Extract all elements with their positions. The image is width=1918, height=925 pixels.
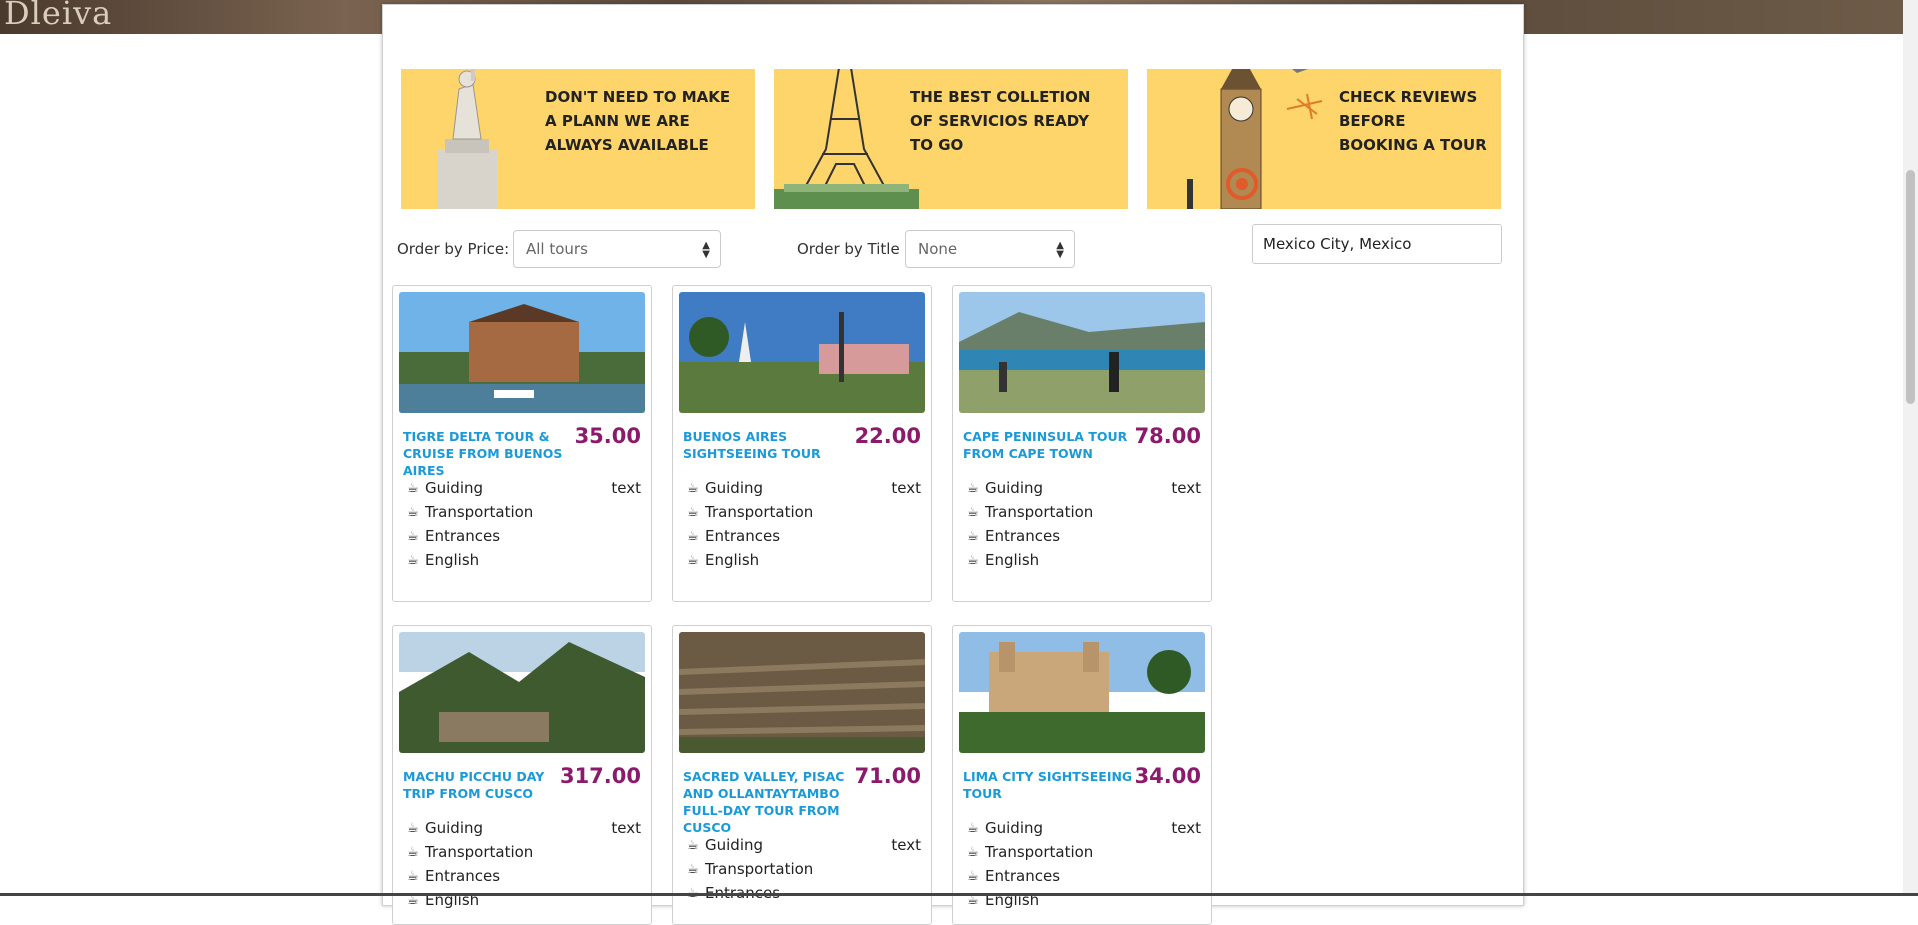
- coffee-cup-icon: ☕: [687, 861, 699, 877]
- feature-item: ☕ Transportation: [407, 503, 534, 521]
- coffee-cup-icon: ☕: [967, 552, 979, 568]
- tour-photo: [679, 292, 925, 413]
- feature-list: ☕ Guiding ☕ Transportation ☕ Entrances ☕ Eng…: [967, 476, 1199, 572]
- banner-collection: THE BEST COLLETION OF SERVICIOS READY TO…: [774, 69, 1128, 209]
- feature-item: ☕ Guiding: [687, 479, 764, 497]
- coffee-cup-icon: ☕: [407, 868, 419, 884]
- tour-card[interactable]: LIMA CITY SIGHTSEEING TOUR 34.00 text ☕ G…: [952, 625, 1212, 925]
- banner-text: DON'T NEED TO MAKE A PLANN WE ARE ALWAYS…: [545, 88, 731, 154]
- coffee-cup-icon: ☕: [967, 480, 979, 496]
- feature-item: ☕ English: [407, 551, 480, 569]
- scrollbar-thumb[interactable]: [1906, 170, 1915, 404]
- coffee-cup-icon: ☕: [967, 528, 979, 544]
- feature-item: ☕Entrances: [687, 527, 781, 545]
- order-by-title-value: None: [918, 240, 958, 258]
- page-scrollbar[interactable]: [1903, 0, 1918, 896]
- banner-text: CHECK REVIEWS BEFORE BOOKING A TOUR: [1339, 88, 1487, 154]
- tour-card[interactable]: TIGRE DELTA TOUR & CRUISE FROM BUENOS AI…: [392, 285, 652, 602]
- tour-card[interactable]: CAPE PENINSULA TOUR FROM CAPE TOWN 78.00…: [952, 285, 1212, 602]
- tour-title[interactable]: LIMA CITY SIGHTSEEING TOUR: [963, 768, 1138, 802]
- feature-item: ☕Entrances: [967, 867, 1061, 885]
- coffee-cup-icon: ☕: [687, 837, 699, 853]
- feature-item: ☕ Transportation: [687, 860, 814, 878]
- location-search-input[interactable]: Mexico City, Mexico: [1252, 224, 1502, 264]
- tour-title[interactable]: BUENOS AIRES SIGHTSEEING TOUR: [683, 428, 858, 462]
- coffee-cup-icon: ☕: [687, 528, 699, 544]
- feature-item: ☕ Transportation: [407, 843, 534, 861]
- feature-list: ☕ Guiding ☕ Transportation ☕ Entrances ☕ Eng…: [967, 816, 1199, 912]
- tour-title[interactable]: CAPE PENINSULA TOUR FROM CAPE TOWN: [963, 428, 1138, 462]
- feature-item: ☕Entrances: [967, 527, 1061, 545]
- feature-item: ☕ Transportation: [967, 843, 1094, 861]
- tour-photo: [399, 292, 645, 413]
- tour-photo: [399, 632, 645, 753]
- coffee-cup-icon: ☕: [407, 504, 419, 520]
- feature-item: ☕ Guiding: [407, 819, 484, 837]
- feature-item: ☕Entrances: [407, 527, 501, 545]
- tour-card[interactable]: SACRED VALLEY, PISAC AND OLLANTAYTAMBO F…: [672, 625, 932, 925]
- coffee-cup-icon: ☕: [967, 844, 979, 860]
- order-by-title-select[interactable]: None ▲ ▼: [905, 230, 1075, 268]
- tour-price: 71.00: [854, 764, 921, 788]
- order-by-price-value: All tours: [526, 240, 588, 258]
- coffee-cup-icon: ☕: [687, 504, 699, 520]
- statue-of-liberty-illustration: [437, 69, 497, 209]
- coffee-cup-icon: ☕: [967, 820, 979, 836]
- feature-item: ☕ English: [687, 551, 760, 569]
- tour-card[interactable]: BUENOS AIRES SIGHTSEEING TOUR 22.00 text…: [672, 285, 932, 602]
- tour-price: 22.00: [854, 424, 921, 448]
- tour-price: 34.00: [1134, 764, 1201, 788]
- select-arrows-icon: ▲ ▼: [1056, 240, 1064, 260]
- tour-photo: [959, 632, 1205, 753]
- order-by-title-label: Order by Title: [797, 240, 900, 258]
- order-by-price-label: Order by Price:: [397, 240, 510, 258]
- banner-text: THE BEST COLLETION OF SERVICIOS READY TO…: [910, 88, 1091, 154]
- order-by-price-select[interactable]: All tours ▲ ▼: [513, 230, 721, 268]
- eiffel-tower-illustration: [774, 69, 919, 209]
- coffee-cup-icon: ☕: [687, 552, 699, 568]
- coffee-cup-icon: ☕: [407, 552, 419, 568]
- coffee-cup-icon: ☕: [687, 480, 699, 496]
- tour-price: 35.00: [574, 424, 641, 448]
- feature-item: ☕ Guiding: [687, 836, 764, 854]
- tour-photo: [959, 292, 1205, 413]
- brand-logo: Dleiva: [4, 0, 113, 32]
- feature-item: ☕ Guiding: [407, 479, 484, 497]
- coffee-cup-icon: ☕: [407, 528, 419, 544]
- coffee-cup-icon: ☕: [967, 868, 979, 884]
- feature-list: ☕ Guiding ☕ Transportation ☕ Entrances ☕ Eng…: [407, 816, 639, 912]
- feature-item: ☕ Guiding: [967, 479, 1044, 497]
- feature-list: ☕ Guiding ☕ Transportation ☕ Entrances ☕ Eng…: [687, 476, 919, 572]
- feature-item: ☕ English: [407, 891, 480, 909]
- select-arrows-icon: ▲ ▼: [702, 240, 710, 260]
- tour-title[interactable]: TIGRE DELTA TOUR & CRUISE FROM BUENOS AI…: [403, 428, 578, 479]
- banner-availability: DON'T NEED TO MAKE A PLANN WE ARE ALWAYS…: [401, 69, 755, 209]
- big-ben-illustration: [1187, 69, 1323, 209]
- feature-item: ☕ English: [967, 891, 1040, 909]
- feature-item: ☕ English: [967, 551, 1040, 569]
- banner-reviews: CHECK REVIEWS BEFORE BOOKING A TOUR: [1147, 69, 1501, 209]
- feature-item: ☕Entrances: [407, 867, 501, 885]
- tour-card[interactable]: MACHU PICCHU DAY TRIP FROM CUSCO 317.00 …: [392, 625, 652, 925]
- feature-item: ☕ Transportation: [687, 503, 814, 521]
- tour-title[interactable]: SACRED VALLEY, PISAC AND OLLANTAYTAMBO F…: [683, 768, 861, 836]
- tour-price: 317.00: [559, 764, 641, 788]
- tour-title[interactable]: MACHU PICCHU DAY TRIP FROM CUSCO: [403, 768, 578, 802]
- feature-list: ☕ Guiding ☕ Transportation ☕ Entrances ☕ Eng…: [407, 476, 639, 572]
- feature-item: ☕ Guiding: [967, 819, 1044, 837]
- coffee-cup-icon: ☕: [407, 820, 419, 836]
- coffee-cup-icon: ☕: [967, 504, 979, 520]
- feature-item: ☕ Transportation: [967, 503, 1094, 521]
- coffee-cup-icon: ☕: [407, 480, 419, 496]
- coffee-cup-icon: ☕: [407, 844, 419, 860]
- tour-price: 78.00: [1134, 424, 1201, 448]
- tour-photo: [679, 632, 925, 753]
